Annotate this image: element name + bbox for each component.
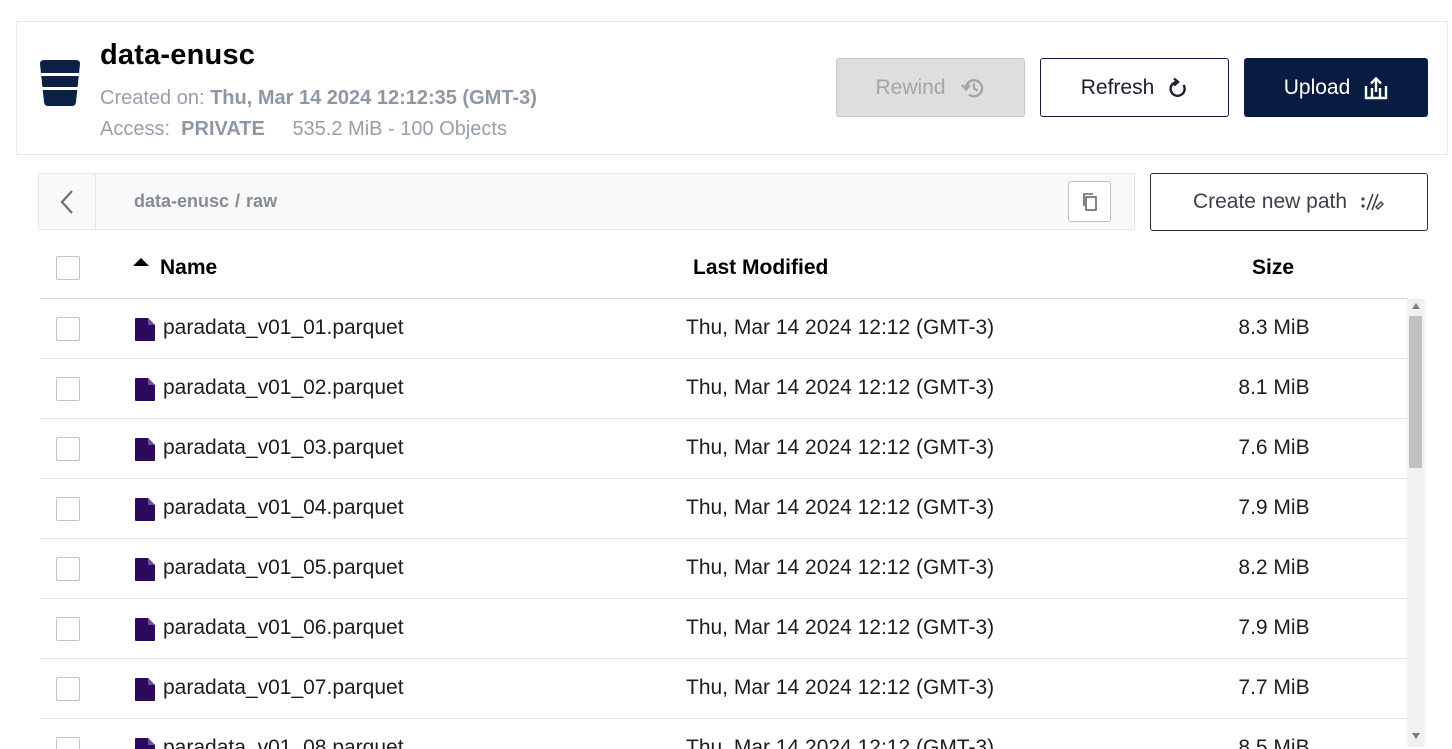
- bucket-header: data-enusc Created on: Thu, Mar 14 2024 …: [16, 21, 1448, 155]
- scroll-thumb[interactable]: [1409, 316, 1422, 468]
- copy-path-button[interactable]: [1068, 181, 1111, 222]
- create-new-path-label: Create new path: [1192, 190, 1348, 213]
- file-icon: [135, 438, 155, 461]
- file-size: 7.6 MiB: [1238, 436, 1310, 459]
- row-checkbox[interactable]: [56, 737, 80, 749]
- file-icon: [135, 498, 155, 521]
- path-bar: data-enusc / raw: [38, 173, 1135, 230]
- file-size: 8.1 MiB: [1238, 376, 1310, 399]
- table-row[interactable]: paradata_v01_08.parquet Thu, Mar 14 2024 …: [40, 719, 1407, 749]
- breadcrumb-separator: /: [235, 191, 241, 211]
- file-icon: [135, 378, 155, 401]
- created-label: Created on:: [100, 87, 205, 109]
- file-last-modified: Thu, Mar 14 2024 12:12 (GMT-3): [686, 676, 995, 699]
- bucket-name: data-enusc: [100, 39, 256, 71]
- file-size: 7.9 MiB: [1238, 496, 1310, 519]
- file-size: 8.5 MiB: [1238, 736, 1310, 749]
- scrollbar[interactable]: [1407, 299, 1425, 747]
- breadcrumb: data-enusc / raw: [134, 191, 277, 212]
- file-last-modified: Thu, Mar 14 2024 12:12 (GMT-3): [686, 736, 995, 749]
- column-name-header[interactable]: Name: [160, 256, 217, 280]
- file-list: paradata_v01_01.parquet Thu, Mar 14 2024 …: [40, 299, 1407, 749]
- table-row[interactable]: paradata_v01_07.parquet Thu, Mar 14 2024 …: [40, 659, 1407, 719]
- file-last-modified: Thu, Mar 14 2024 12:12 (GMT-3): [686, 436, 995, 459]
- upload-button[interactable]: Upload: [1244, 58, 1428, 117]
- rewind-label: Rewind: [875, 75, 946, 99]
- file-size: 8.3 MiB: [1238, 316, 1310, 339]
- file-icon: [135, 318, 155, 341]
- table-row[interactable]: paradata_v01_06.parquet Thu, Mar 14 2024 …: [40, 599, 1407, 659]
- history-icon: [960, 78, 983, 97]
- rewind-button[interactable]: Rewind: [836, 58, 1025, 117]
- access-label: Access:: [100, 118, 171, 140]
- file-icon: [135, 558, 155, 581]
- column-size-header[interactable]: Size: [1252, 256, 1294, 280]
- scroll-up-arrow-icon[interactable]: [1412, 303, 1420, 309]
- row-checkbox[interactable]: [56, 677, 80, 701]
- file-last-modified: Thu, Mar 14 2024 12:12 (GMT-3): [686, 616, 995, 639]
- file-icon: [135, 618, 155, 641]
- bucket-usage: 535.2 MiB - 100 Objects: [292, 118, 507, 140]
- scroll-down-arrow-icon[interactable]: [1412, 733, 1420, 739]
- file-icon: [135, 678, 155, 701]
- file-name[interactable]: paradata_v01_08.parquet: [163, 736, 404, 749]
- table-row[interactable]: paradata_v01_02.parquet Thu, Mar 14 2024 …: [40, 359, 1407, 419]
- breadcrumb-bucket[interactable]: data-enusc: [134, 191, 229, 211]
- copy-icon: [1082, 192, 1097, 211]
- file-size: 7.7 MiB: [1238, 676, 1310, 699]
- create-new-path-button[interactable]: Create new path: [1150, 173, 1428, 231]
- file-last-modified: Thu, Mar 14 2024 12:12 (GMT-3): [686, 496, 995, 519]
- row-checkbox[interactable]: [56, 317, 80, 341]
- refresh-icon: [1169, 77, 1187, 97]
- sort-ascending-icon: [133, 258, 149, 266]
- table-row[interactable]: paradata_v01_03.parquet Thu, Mar 14 2024 …: [40, 419, 1407, 479]
- refresh-label: Refresh: [1080, 75, 1155, 99]
- file-name[interactable]: paradata_v01_01.parquet: [163, 316, 404, 340]
- file-name[interactable]: paradata_v01_03.parquet: [163, 436, 404, 460]
- back-button[interactable]: [39, 174, 96, 229]
- refresh-button[interactable]: Refresh: [1040, 58, 1229, 117]
- select-all-checkbox[interactable]: [56, 256, 80, 280]
- file-icon: [135, 738, 155, 749]
- table-header: Name Last Modified Size: [40, 238, 1408, 299]
- new-path-icon: [1361, 193, 1385, 211]
- table-row[interactable]: paradata_v01_04.parquet Thu, Mar 14 2024 …: [40, 479, 1407, 539]
- upload-icon: [1365, 76, 1388, 99]
- row-checkbox[interactable]: [56, 437, 80, 461]
- row-checkbox[interactable]: [56, 557, 80, 581]
- file-name[interactable]: paradata_v01_02.parquet: [163, 376, 404, 400]
- file-size: 8.2 MiB: [1238, 556, 1310, 579]
- file-name[interactable]: paradata_v01_04.parquet: [163, 496, 404, 520]
- file-name[interactable]: paradata_v01_07.parquet: [163, 676, 404, 700]
- file-size: 7.9 MiB: [1238, 616, 1310, 639]
- created-value: Thu, Mar 14 2024 12:12:35 (GMT-3): [210, 87, 537, 109]
- file-last-modified: Thu, Mar 14 2024 12:12 (GMT-3): [686, 556, 995, 579]
- file-name[interactable]: paradata_v01_06.parquet: [163, 616, 404, 640]
- access-value: PRIVATE: [181, 118, 265, 140]
- file-last-modified: Thu, Mar 14 2024 12:12 (GMT-3): [686, 316, 995, 339]
- chevron-left-icon: [60, 189, 73, 214]
- file-name[interactable]: paradata_v01_05.parquet: [163, 556, 404, 580]
- bucket-icon: [40, 60, 80, 106]
- upload-label: Upload: [1283, 75, 1351, 99]
- breadcrumb-folder[interactable]: raw: [246, 191, 277, 211]
- file-last-modified: Thu, Mar 14 2024 12:12 (GMT-3): [686, 376, 995, 399]
- row-checkbox[interactable]: [56, 497, 80, 521]
- row-checkbox[interactable]: [56, 617, 80, 641]
- bucket-meta: Created on: Thu, Mar 14 2024 12:12:35 (G…: [100, 83, 600, 145]
- table-row[interactable]: paradata_v01_05.parquet Thu, Mar 14 2024 …: [40, 539, 1407, 599]
- table-row[interactable]: paradata_v01_01.parquet Thu, Mar 14 2024 …: [40, 299, 1407, 359]
- row-checkbox[interactable]: [56, 377, 80, 401]
- column-last-modified-header[interactable]: Last Modified: [693, 256, 828, 280]
